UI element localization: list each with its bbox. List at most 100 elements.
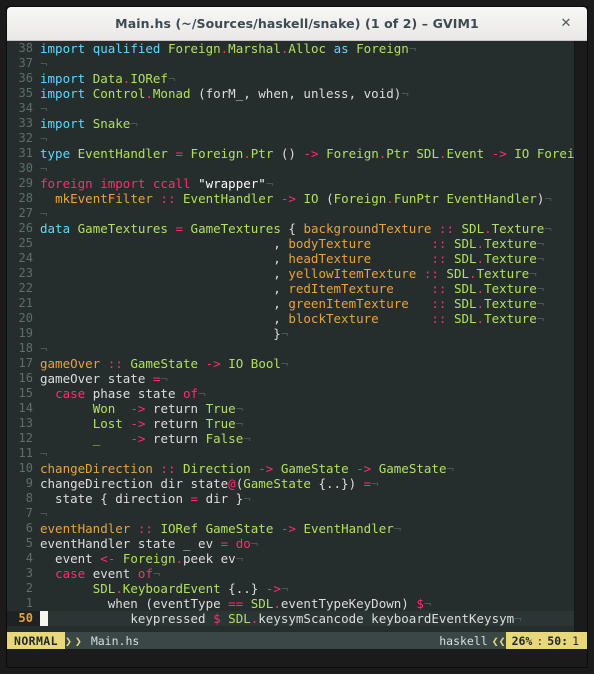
- editor-line[interactable]: 22 , redItemTexture :: SDL.Texture¬: [7, 281, 574, 296]
- code-token: ::: [431, 311, 447, 326]
- code-token: SDL: [453, 311, 477, 326]
- editor-line[interactable]: 13 Lost -> return True¬: [7, 416, 574, 431]
- code-token: GameState: [205, 521, 274, 536]
- line-content: import Control.Monad (forM_, when, unles…: [40, 86, 574, 101]
- code-token: changeDirection: [40, 461, 153, 476]
- editor-line[interactable]: 6 eventHandler :: IORef GameState -> Even…: [7, 521, 574, 536]
- code-token: EventHandler: [77, 146, 168, 161]
- editor-line[interactable]: 33 import Snake¬: [7, 116, 574, 131]
- code-token: .: [469, 266, 477, 281]
- line-number: 30: [18, 161, 33, 175]
- code-token: ¬: [160, 371, 168, 386]
- code-token: Marshal: [228, 41, 281, 56]
- code-token: "wrapper": [198, 176, 266, 191]
- code-token: True: [205, 401, 236, 416]
- editor-line[interactable]: 4 event <- Foreign.peek ev¬: [7, 551, 574, 566]
- code-token: EventHandler: [303, 521, 394, 536]
- editor-line[interactable]: 17 gameOver :: GameState -> IO Bool¬: [7, 356, 574, 371]
- editor-line[interactable]: 12 _ -> return False¬: [7, 431, 574, 446]
- editor-line[interactable]: 29 foreign import ccall "wrapper"¬: [7, 176, 574, 191]
- editor-line[interactable]: 16 gameOver state =¬: [7, 371, 574, 386]
- editor-line[interactable]: 2 SDL.KeyboardEvent {..} ->¬: [7, 581, 574, 596]
- code-token: gameOver state: [40, 371, 153, 386]
- code-token: Ptr: [250, 146, 274, 161]
- editor-line[interactable]: 7 ¬: [7, 506, 574, 521]
- line-content: ¬: [40, 131, 574, 146]
- editor-line[interactable]: 3 case event of¬: [7, 566, 574, 581]
- editor-line[interactable]: 19 }¬: [7, 326, 574, 341]
- code-token: ::: [438, 221, 454, 236]
- code-token: Lost: [92, 416, 123, 431]
- code-token: ->: [258, 461, 274, 476]
- editor-scrollbar[interactable]: [574, 41, 587, 632]
- editor-line[interactable]: 27 ¬: [7, 206, 574, 221]
- code-token: data: [40, 221, 71, 236]
- line-number: 36: [18, 71, 33, 85]
- code-token: keysymScancode keyboardEventKeysym: [258, 611, 515, 626]
- editor-area[interactable]: 38 import qualified Foreign.Marshal.Alloc…: [7, 41, 587, 632]
- code-token: =: [175, 146, 184, 161]
- editor-text[interactable]: 38 import qualified Foreign.Marshal.Alloc…: [7, 41, 574, 632]
- editor-line[interactable]: 32 ¬: [7, 131, 574, 146]
- editor-line[interactable]: 1 when (eventType == SDL.eventTypeKeyDow…: [7, 596, 574, 611]
- line-content: data GameTextures = GameTextures { backg…: [40, 221, 574, 236]
- editor-line[interactable]: 8 state { direction = dir }¬: [7, 491, 574, 506]
- code-token: ¬: [544, 191, 552, 206]
- code-token: ¬: [536, 236, 545, 251]
- close-icon[interactable]: ✕: [555, 7, 577, 40]
- code-token: ::: [160, 461, 176, 476]
- command-line[interactable]: [7, 649, 587, 667]
- line-number: 19: [18, 326, 33, 340]
- editor-line[interactable]: 9 changeDirection dir state@(GameState {.…: [7, 476, 574, 491]
- editor-line[interactable]: 20 , blockTexture :: SDL.Texture¬: [7, 311, 574, 326]
- code-token: state { direction: [40, 491, 191, 506]
- editor-line[interactable]: 23 , yellowItemTexture :: SDL.Texture¬: [7, 266, 574, 281]
- editor-line[interactable]: 25 , bodyTexture :: SDL.Texture¬: [7, 236, 574, 251]
- status-file-separator-icon: ❯: [74, 632, 85, 649]
- line-content: , bodyTexture :: SDL.Texture¬: [40, 236, 574, 251]
- editor-line[interactable]: 14 Won -> return True¬: [7, 401, 574, 416]
- editor-line[interactable]: 35 import Control.Monad (forM_, when, unl…: [7, 86, 574, 101]
- code-token: EventHandler: [446, 191, 537, 206]
- editor-line[interactable]: 15 case phase state of¬: [7, 386, 574, 401]
- code-token: ,: [273, 266, 281, 281]
- line-content: , redItemTexture :: SDL.Texture¬: [40, 281, 574, 296]
- editor-line[interactable]: 36 import Data.IORef¬: [7, 71, 574, 86]
- editor-line[interactable]: 5 eventHandler state _ ev = do¬: [7, 536, 574, 551]
- code-token: ::: [137, 521, 153, 536]
- editor-line[interactable]: 24 , headTexture :: SDL.Texture¬: [7, 251, 574, 266]
- code-token: Texture: [484, 311, 537, 326]
- line-content: ¬: [40, 56, 574, 71]
- code-token: Foreign: [167, 41, 221, 56]
- editor-line[interactable]: 38 import qualified Foreign.Marshal.Alloc…: [7, 41, 574, 56]
- code-token: GameTextures: [77, 221, 168, 236]
- code-token: do: [235, 536, 251, 551]
- editor-line[interactable]: 21 , greenItemTexture :: SDL.Texture¬: [7, 296, 574, 311]
- code-token: (: [326, 191, 334, 206]
- line-content: ¬: [40, 341, 574, 356]
- status-mode-separator-icon: ❯: [64, 632, 75, 649]
- editor-line[interactable]: 11 ¬: [7, 446, 574, 461]
- editor-line[interactable]: 10 changeDirection :: Direction -> GameSt…: [7, 461, 574, 476]
- editor-line[interactable]: 26 data GameTextures = GameTextures { bac…: [7, 221, 574, 236]
- editor-line[interactable]: 34 ¬: [7, 101, 574, 116]
- editor-line[interactable]: 28 mkEventFilter :: EventHandler -> IO (…: [7, 191, 574, 206]
- editor-line[interactable]: 30 ¬: [7, 161, 574, 176]
- editor-line[interactable]: 50 keypressed $ SDL.keysymScancode keybo…: [7, 611, 574, 626]
- editor-line[interactable]: 18 ¬: [7, 341, 574, 356]
- code-token: ccall: [152, 176, 191, 191]
- line-number: 20: [18, 311, 33, 325]
- editor-line[interactable]: 37 ¬: [7, 56, 574, 71]
- code-token: ¬: [40, 131, 48, 146]
- editor-line[interactable]: 31 type EventHandler = Foreign.Ptr () -> …: [7, 146, 574, 161]
